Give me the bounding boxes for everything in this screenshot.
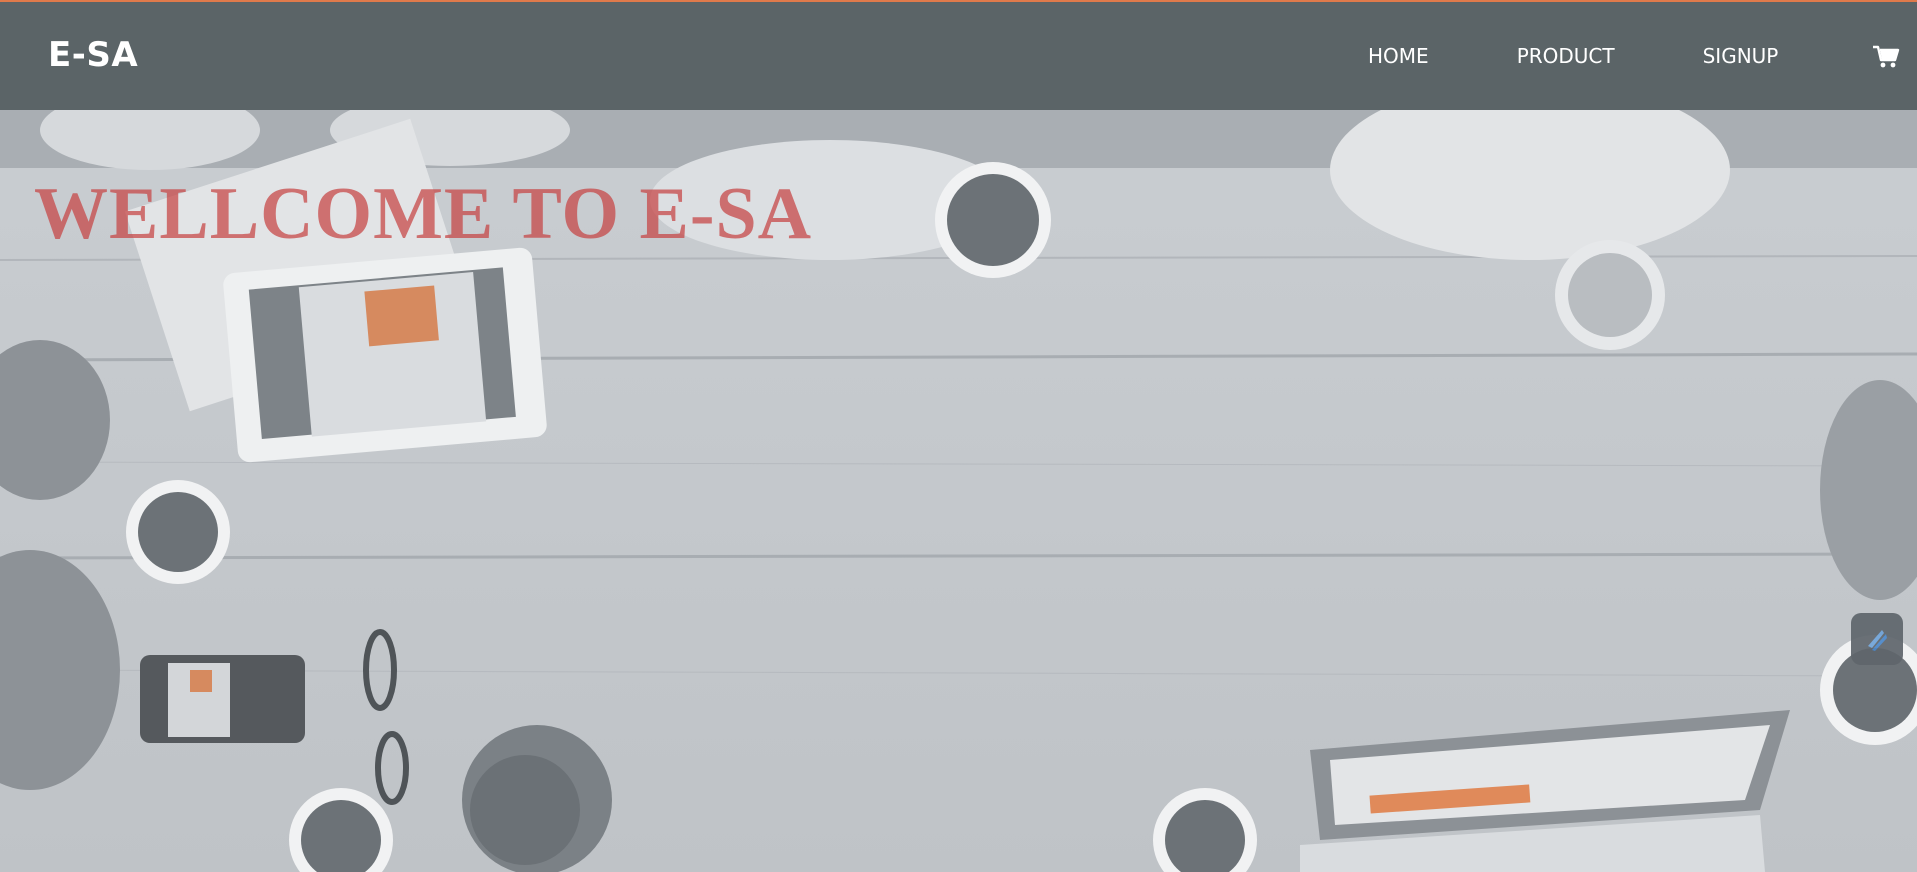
hero-section: WELLCOME TO E-SA — [0, 110, 1917, 872]
nav-home-link[interactable]: HOME — [1368, 44, 1429, 68]
nav-links: HOME PRODUCT SIGNUP — [1368, 44, 1866, 68]
hero-welcome-title: WELLCOME TO E-SA — [34, 173, 813, 255]
nav-product-link[interactable]: PRODUCT — [1517, 44, 1615, 68]
floating-widget-button[interactable] — [1851, 613, 1903, 665]
bolt-icon — [1868, 630, 1887, 651]
navbar: E-SA HOME PRODUCT SIGNUP — [0, 2, 1917, 110]
shopping-cart-icon[interactable] — [1872, 44, 1900, 70]
brand-logo[interactable]: E-SA — [48, 35, 138, 75]
nav-signup-link[interactable]: SIGNUP — [1703, 44, 1779, 68]
